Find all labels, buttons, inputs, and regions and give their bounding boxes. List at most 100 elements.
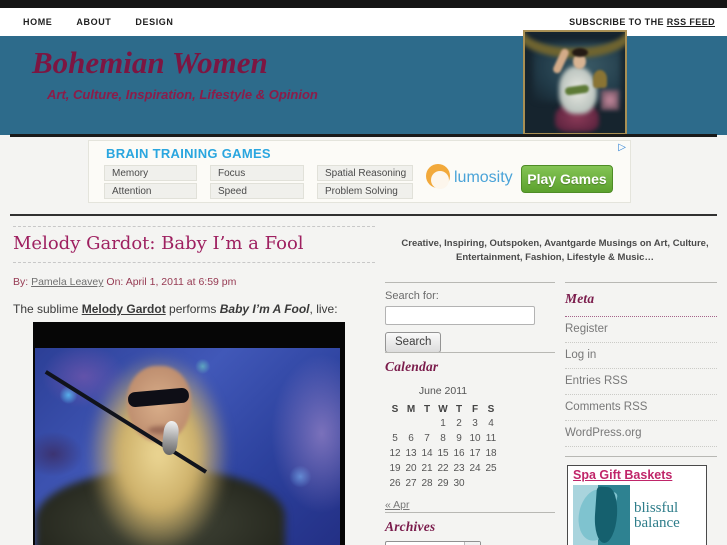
calendar-day: 7 <box>424 433 430 444</box>
nav-links: HOME ABOUT DESIGN <box>23 17 174 27</box>
archives-widget: Archives <box>385 512 555 545</box>
lumosity-logo[interactable]: lumosity <box>426 164 513 191</box>
calendar-day: 1 <box>440 418 446 429</box>
calendar-day: 19 <box>389 463 401 474</box>
calendar-day: 22 <box>437 463 449 474</box>
blissful-balance-wordmark: blissful balance <box>634 501 680 545</box>
ad-button-spatial-reasoning[interactable]: Spatial Reasoning <box>317 165 413 181</box>
day-header: T <box>455 403 463 415</box>
painting-hair <box>572 48 588 57</box>
ad-category-buttons: Memory Focus Spatial Reasoning Attention… <box>104 165 413 199</box>
lumosity-wordmark: lumosity <box>454 168 513 186</box>
calendar-day: 24 <box>469 463 481 474</box>
calendar-day: 18 <box>485 448 497 459</box>
calendar-heading: Calendar <box>385 359 439 374</box>
rss-feed-link[interactable]: RSS FEED <box>667 17 715 27</box>
calendar-day: 5 <box>392 433 398 444</box>
nav-item-home[interactable]: HOME <box>23 17 52 27</box>
search-button[interactable]: Search <box>385 332 442 353</box>
painting-flowers <box>601 90 619 110</box>
spa-logo-row: blissful balance <box>573 485 701 545</box>
calendar-day: 23 <box>453 463 465 474</box>
nav-item-design[interactable]: DESIGN <box>135 17 173 27</box>
video-embed[interactable] <box>33 322 345 545</box>
nav-item-about[interactable]: ABOUT <box>76 17 111 27</box>
post-title-wrap: Melody Gardot: Baby I’m a Fool <box>13 226 375 263</box>
calendar-day: 25 <box>485 463 497 474</box>
day-header: S <box>391 403 399 415</box>
lumosity-head-icon <box>426 164 452 191</box>
calendar-table: June 2011 S M T W T F S 1 2 3 4 5 6 7 8 … <box>387 385 499 491</box>
calendar-day: 27 <box>405 478 417 489</box>
painting-lyre <box>593 70 607 88</box>
post-byline: By: Pamela Leavey On: April 1, 2011 at 6… <box>13 276 375 288</box>
song-title-emphasis: Baby I’m A Fool <box>219 302 310 316</box>
ad-button-speed[interactable]: Speed <box>210 183 304 199</box>
meta-link-comments-rss[interactable]: Comments RSS <box>565 395 717 421</box>
calendar-prev-month-link[interactable]: « Apr <box>385 499 410 511</box>
adchoices-icon[interactable]: ▷ <box>618 142 626 153</box>
calendar-day: 6 <box>408 433 414 444</box>
calendar-day: 4 <box>488 418 494 429</box>
post-body: The sublime Melody Gardot performs Baby … <box>13 302 375 316</box>
site-title[interactable]: Bohemian Women <box>32 45 268 81</box>
calendar-widget: Calendar June 2011 S M T W T F S 1 2 3 4 <box>385 352 555 513</box>
body-mid: performs <box>165 302 220 316</box>
calendar-day <box>419 416 435 431</box>
calendar-day: 10 <box>469 433 481 444</box>
ad-title[interactable]: BRAIN TRAINING GAMES <box>106 146 271 161</box>
ad-button-problem-solving[interactable]: Problem Solving <box>317 183 413 199</box>
meta-link-entries-rss[interactable]: Entries RSS <box>565 369 717 395</box>
subscribe-text: SUBSCRIBE TO THE RSS FEED <box>569 17 715 27</box>
search-input[interactable] <box>385 306 535 325</box>
tagline-line2: Entertainment, Fashion, Lifestyle & Musi… <box>456 252 654 263</box>
calendar-day: 9 <box>456 433 462 444</box>
calendar-day: 2 <box>456 418 462 429</box>
day-header: T <box>423 403 431 415</box>
ad-button-attention[interactable]: Attention <box>104 183 197 199</box>
calendar-day: 14 <box>421 448 433 459</box>
meta-link-wordpress[interactable]: WordPress.org <box>565 421 717 447</box>
post-article: Melody Gardot: Baby I’m a Fool By: Pamel… <box>13 222 375 316</box>
subscribe-prefix: SUBSCRIBE TO THE <box>569 17 664 27</box>
search-widget: Search for: Search <box>385 282 555 353</box>
logo-word-1: blissful <box>634 500 679 516</box>
calendar-day <box>387 416 403 431</box>
search-label: Search for: <box>385 290 439 302</box>
day-header: M <box>406 403 416 415</box>
blog-tagline: Creative, Inspiring, Outspoken, Avantgar… <box>390 237 720 265</box>
meta-link-login[interactable]: Log in <box>565 343 717 369</box>
calendar-day: 29 <box>437 478 449 489</box>
ad-banner[interactable]: BRAIN TRAINING GAMES Memory Focus Spatia… <box>88 140 631 203</box>
play-games-button[interactable]: Play Games <box>521 165 613 193</box>
byline-on-label: On: <box>106 276 124 288</box>
archives-dropdown[interactable] <box>385 541 481 545</box>
ad-button-memory[interactable]: Memory <box>104 165 197 181</box>
post-title[interactable]: Melody Gardot: Baby I’m a Fool <box>13 233 375 254</box>
calendar-day: 21 <box>421 463 433 474</box>
spa-ad[interactable]: Spa Gift Baskets blissful balance The pe… <box>567 465 707 545</box>
meta-heading: Meta <box>565 291 595 306</box>
ad-button-focus[interactable]: Focus <box>210 165 304 181</box>
post-date: April 1, 2011 at 6:59 pm <box>125 276 237 288</box>
meta-link-register[interactable]: Register <box>565 317 717 343</box>
day-header: F <box>471 403 479 415</box>
calendar-day: 3 <box>472 418 478 429</box>
meta-widget: Meta Register Log in Entries RSS Comment… <box>565 282 717 545</box>
calendar-day <box>483 476 499 491</box>
video-still <box>35 348 340 545</box>
melody-gardot-link[interactable]: Melody Gardot <box>82 302 166 316</box>
calendar-day: 26 <box>389 478 401 489</box>
calendar-day: 11 <box>485 433 497 444</box>
calendar-day: 16 <box>453 448 465 459</box>
spa-ad-title[interactable]: Spa Gift Baskets <box>573 468 701 482</box>
calendar-day: 28 <box>421 478 433 489</box>
archives-heading: Archives <box>385 519 436 534</box>
author-link[interactable]: Pamela Leavey <box>31 276 103 288</box>
calendar-day: 13 <box>405 448 417 459</box>
calendar-day: 8 <box>440 433 446 444</box>
meta-links: Register Log in Entries RSS Comments RSS… <box>565 317 717 447</box>
byline-by-label: By: <box>13 276 29 288</box>
logo-word-2: balance <box>634 515 680 531</box>
page: HOME ABOUT DESIGN SUBSCRIBE TO THE RSS F… <box>0 0 727 545</box>
